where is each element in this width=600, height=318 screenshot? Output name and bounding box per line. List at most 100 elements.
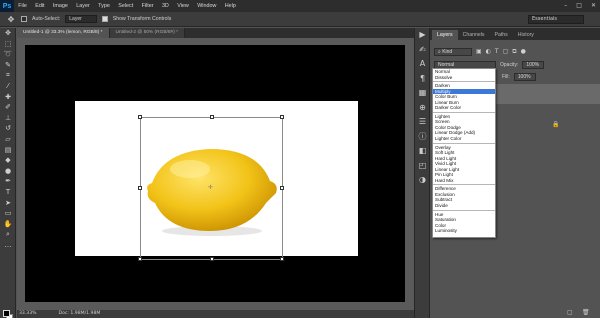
panel-tabs: Layers Channels Paths History xyxy=(430,28,600,40)
navigator-icon[interactable]: ◰ xyxy=(415,159,430,174)
menu-select[interactable]: Select xyxy=(114,3,137,9)
auto-select-checkbox[interactable] xyxy=(21,16,27,22)
options-bar: ✥ Auto-Select: Layer Show Transform Cont… xyxy=(0,12,600,27)
menu-separator xyxy=(433,184,495,186)
fill-label: Fill: xyxy=(502,74,510,80)
blend-darker-color[interactable]: Darker Color xyxy=(433,105,495,111)
transform-handle-bottom[interactable] xyxy=(210,257,214,261)
auto-select-dropdown[interactable]: Layer xyxy=(65,15,97,23)
transform-handle-top[interactable] xyxy=(210,115,214,119)
blend-hard-mix[interactable]: Hard Mix xyxy=(433,178,495,184)
collapsed-panels-strip: ▶ ✍ A ¶ ▦ ⊕ ☰ ⓘ ◧ ◰ ◑ xyxy=(414,28,430,318)
brush-icon[interactable]: ✐ xyxy=(0,102,16,113)
document-canvas[interactable]: ✛ xyxy=(25,45,405,302)
zoom-level[interactable]: 33.33% xyxy=(19,310,37,318)
clone-source-icon[interactable]: ⊕ xyxy=(415,101,430,116)
info-icon[interactable]: ⓘ xyxy=(415,130,430,145)
history-brush-icon[interactable]: ↺ xyxy=(0,123,16,134)
foreground-color-swatch[interactable] xyxy=(3,310,10,317)
hand-icon[interactable]: ✋ xyxy=(0,219,16,230)
histogram-icon[interactable]: ◧ xyxy=(415,144,430,159)
zoom-icon[interactable]: ⌕ xyxy=(0,229,16,240)
eyedropper-icon[interactable]: ⁄ xyxy=(0,81,16,92)
transform-handle-bottom-left[interactable] xyxy=(138,257,142,261)
pen-icon[interactable]: ✒ xyxy=(0,176,16,187)
fill-row: Fill: 100% xyxy=(502,72,536,82)
tab-history[interactable]: History xyxy=(513,30,539,40)
transform-handle-right[interactable] xyxy=(280,186,284,190)
transform-handle-top-left[interactable] xyxy=(138,115,142,119)
window-controls: – □ ✕ xyxy=(564,2,596,10)
quick-select-icon[interactable]: ✎ xyxy=(0,60,16,71)
tab-paths[interactable]: Paths xyxy=(490,30,513,40)
type-filter-icon[interactable]: T xyxy=(495,48,499,56)
shape-filter-icon[interactable]: ▢ xyxy=(503,48,509,56)
shape-icon[interactable]: ▭ xyxy=(0,208,16,219)
blend-lighter-color[interactable]: Lighter Color xyxy=(433,136,495,142)
pixel-filter-icon[interactable]: ▣ xyxy=(476,48,482,56)
menu-layer[interactable]: Layer xyxy=(72,3,94,9)
menu-separator xyxy=(433,81,495,83)
type-icon[interactable]: T xyxy=(0,187,16,198)
layer-row-lemon[interactable] xyxy=(494,84,600,104)
blur-icon[interactable]: ◆ xyxy=(0,155,16,166)
minimize-icon[interactable]: – xyxy=(564,2,567,10)
move-icon[interactable]: ✥ xyxy=(0,28,16,39)
transform-handle-bottom-right[interactable] xyxy=(280,257,284,261)
swatches-icon[interactable]: ▦ xyxy=(415,86,430,101)
tab-layers[interactable]: Layers xyxy=(432,30,458,40)
adjustment-filter-icon[interactable]: ◐ xyxy=(486,48,491,56)
smart-object-filter-icon[interactable]: ⧉ xyxy=(512,48,516,56)
transform-bounding-box[interactable]: ✛ xyxy=(138,115,284,261)
tools-panel: ✥ ⬚ ➰ ✎ ⌗ ⁄ ✚ ✐ ⊥ ↺ ▱ ▤ ◆ ● ✒ T ➤ ▭ ✋ ⌕ … xyxy=(0,28,16,318)
character-icon[interactable]: A xyxy=(415,57,430,72)
gradient-icon[interactable]: ▤ xyxy=(0,145,16,156)
transform-handle-left[interactable] xyxy=(138,186,142,190)
menu-type[interactable]: Type xyxy=(94,3,114,9)
transform-handle-top-right[interactable] xyxy=(280,115,284,119)
play-icon[interactable]: ▶ xyxy=(415,28,430,43)
path-select-icon[interactable]: ➤ xyxy=(0,198,16,209)
canvas-area[interactable]: ✛ xyxy=(17,38,414,310)
show-transform-checkbox[interactable] xyxy=(101,16,108,22)
properties-icon[interactable]: ☰ xyxy=(415,115,430,130)
blend-divide[interactable]: Divide xyxy=(433,203,495,209)
filter-toggle-icon[interactable]: ● xyxy=(521,48,526,56)
more-tools-icon[interactable]: … xyxy=(0,240,16,251)
reference-point-icon[interactable]: ✛ xyxy=(208,184,213,191)
menu-file[interactable]: File xyxy=(14,3,31,9)
new-layer-icon[interactable]: ▢ xyxy=(567,309,573,317)
document-tabs: Untitled-1 @ 33.3% (lemon, RGB/8) * Unti… xyxy=(17,28,414,38)
marquee-icon[interactable]: ⬚ xyxy=(0,39,16,50)
maximize-icon[interactable]: □ xyxy=(576,2,582,10)
trash-icon[interactable]: 🗑 xyxy=(582,309,590,317)
fill-field[interactable]: 100% xyxy=(513,73,536,81)
tab-untitled-1[interactable]: Untitled-1 @ 33.3% (lemon, RGB/8) * xyxy=(17,28,110,38)
menu-view[interactable]: View xyxy=(173,3,193,9)
workspace-dropdown[interactable]: Essentials xyxy=(528,15,584,24)
close-icon[interactable]: ✕ xyxy=(591,2,596,10)
crop-icon[interactable]: ⌗ xyxy=(0,70,16,81)
menu-help[interactable]: Help xyxy=(221,3,240,9)
dodge-icon[interactable]: ● xyxy=(0,166,16,177)
eraser-icon[interactable]: ▱ xyxy=(0,134,16,145)
menu-3d[interactable]: 3D xyxy=(158,3,173,9)
menu-edit[interactable]: Edit xyxy=(31,3,49,9)
move-tool-icon[interactable]: ✥ xyxy=(6,15,16,24)
opacity-field[interactable]: 100% xyxy=(522,61,545,69)
menu-filter[interactable]: Filter xyxy=(137,3,157,9)
clone-stamp-icon[interactable]: ⊥ xyxy=(0,113,16,124)
blend-dissolve[interactable]: Dissolve xyxy=(433,75,495,81)
paragraph-icon[interactable]: ¶ xyxy=(415,72,430,87)
blend-luminosity[interactable]: Luminosity xyxy=(433,228,495,234)
adjustments-icon[interactable]: ◑ xyxy=(415,173,430,188)
menu-window[interactable]: Window xyxy=(193,3,221,9)
tab-channels[interactable]: Channels xyxy=(458,30,490,40)
healing-icon[interactable]: ✚ xyxy=(0,92,16,103)
blend-mode-menu: Normal Dissolve Darken Multiply Color Bu… xyxy=(432,68,496,238)
tab-untitled-2[interactable]: Untitled-2 @ 50% (RGB/8#) * xyxy=(109,28,185,38)
kind-filter-dropdown[interactable]: ⌕ Kind xyxy=(434,48,472,56)
lasso-icon[interactable]: ➰ xyxy=(0,49,16,60)
menu-image[interactable]: Image xyxy=(49,3,72,9)
brush-presets-icon[interactable]: ✍ xyxy=(415,43,430,58)
